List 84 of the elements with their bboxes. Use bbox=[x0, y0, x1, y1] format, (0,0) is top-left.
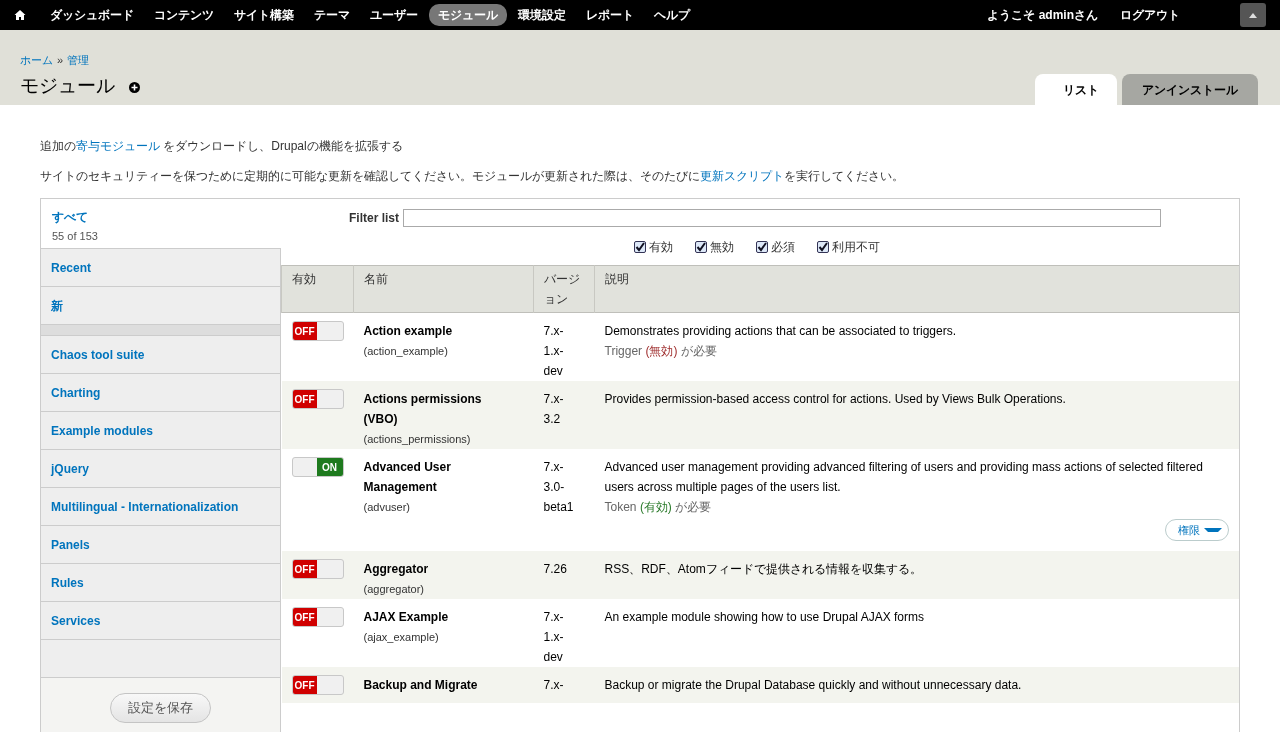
home-icon[interactable] bbox=[14, 9, 26, 21]
checkbox[interactable] bbox=[634, 241, 646, 253]
description-text: RSS、RDF、Atomフィードで提供される情報を収集する。 bbox=[604, 561, 923, 578]
toggle-switch[interactable]: OFF bbox=[291, 389, 344, 409]
description-text: Demonstrates providing actions that can be associated to triggers. bbox=[604, 323, 958, 340]
save-settings-button[interactable]: 設定を保存 bbox=[110, 692, 211, 723]
column-header: 名前 bbox=[353, 265, 534, 313]
machine-name: (aggregator) bbox=[363, 582, 426, 597]
machine-name: (actions_permissions) bbox=[363, 432, 472, 447]
checkbox-label: 無効 bbox=[710, 239, 734, 256]
category-item[interactable]: jQuery bbox=[41, 450, 280, 488]
toggle-switch[interactable]: OFF bbox=[291, 321, 344, 341]
version-text: 7.x-1.x-dev bbox=[543, 323, 565, 380]
page-title: モジュール bbox=[20, 73, 115, 98]
machine-name: (action_example) bbox=[363, 344, 449, 359]
plus-icon[interactable] bbox=[129, 82, 140, 94]
category-item[interactable]: Chaos tool suite bbox=[41, 336, 280, 374]
description-text: Advanced user management providing advanced filtering of users and providing mass actions of selected filtered users across multiple pages of the users list. bbox=[604, 459, 1204, 496]
tab[interactable]: アンインストール bbox=[1122, 74, 1258, 105]
toolbar-menu-item[interactable]: レポート bbox=[577, 4, 643, 26]
contributed-modules-link[interactable]: 寄与モジュール bbox=[76, 139, 160, 153]
category-item[interactable]: Charting bbox=[41, 374, 280, 412]
module-name: AJAX Example bbox=[363, 609, 450, 626]
checkbox[interactable] bbox=[817, 241, 829, 253]
column-header: 有効 bbox=[281, 265, 354, 313]
category-item[interactable]: Recent bbox=[41, 249, 280, 287]
version-text: 7.x- bbox=[543, 677, 565, 694]
toggle-switch[interactable]: OFF bbox=[291, 607, 344, 627]
toolbar-menu-item[interactable]: 環境設定 bbox=[509, 4, 575, 26]
toolbar-menu-item[interactable]: モジュール bbox=[429, 4, 507, 26]
toolbar-menu-item[interactable]: ヘルプ bbox=[645, 4, 699, 26]
module-name: Backup and Migrate bbox=[363, 677, 479, 694]
category-item[interactable]: Example modules bbox=[41, 412, 280, 450]
checkbox-label: 利用不可 bbox=[832, 239, 880, 256]
checkbox[interactable] bbox=[695, 241, 707, 253]
version-text: 7.x-1.x-dev bbox=[543, 609, 565, 666]
checkbox-label: 有効 bbox=[649, 239, 673, 256]
category-item[interactable]: Rules bbox=[41, 564, 280, 602]
toolbar-menu-item[interactable]: コンテンツ bbox=[145, 4, 223, 26]
description-text: Backup or migrate the Drupal Database quickly and without unnecessary data. bbox=[604, 677, 1023, 694]
description-text: Provides permission-based access control for actions. Used by Views Bulk Operations. bbox=[604, 391, 1067, 408]
tab[interactable]: リスト bbox=[1035, 74, 1117, 105]
description-text: An example module showing how to use Drupal AJAX forms bbox=[604, 609, 925, 626]
module-name: Advanced User Management bbox=[363, 459, 452, 496]
category-item[interactable]: Panels bbox=[41, 526, 280, 564]
toggle-switch[interactable]: OFF bbox=[291, 559, 344, 579]
module-name: Actions permissions (VBO) bbox=[363, 391, 483, 428]
version-text: 7.x-3.2 bbox=[543, 391, 565, 428]
version-text: 7.x-3.0-beta1 bbox=[543, 459, 572, 516]
category-item[interactable]: Multilingual - Internationalization bbox=[41, 488, 280, 526]
security-text: サイトのセキュリティーを保つために定期的に可能な更新を確認してください。モジュールが更新された際は、そのたびに更新スクリプト を実行してください。 bbox=[40, 168, 905, 184]
module-name: Aggregator bbox=[363, 561, 430, 578]
version-text: 7.26 bbox=[543, 561, 568, 578]
checkbox[interactable] bbox=[756, 241, 768, 253]
caret-icon bbox=[1204, 528, 1222, 532]
welcome-text: ようこそ adminさん bbox=[987, 7, 1098, 24]
machine-name: (ajax_example) bbox=[363, 630, 440, 645]
update-script-link[interactable]: 更新スクリプト bbox=[700, 169, 784, 183]
toolbar-menu-item[interactable]: サイト構築 bbox=[225, 4, 303, 26]
filter-field[interactable] bbox=[403, 209, 1161, 227]
breadcrumb-link[interactable]: ホーム bbox=[20, 52, 53, 69]
column-header: バージョン bbox=[533, 265, 595, 313]
logout-link[interactable]: ログアウト bbox=[1120, 6, 1180, 24]
toolbar-menu-item[interactable]: ダッシュボード bbox=[41, 4, 143, 26]
caret-icon bbox=[1249, 12, 1257, 18]
toolbar-toggle-button[interactable] bbox=[1240, 3, 1266, 27]
all-filter-link[interactable]: すべて bbox=[52, 208, 270, 226]
breadcrumb-link[interactable]: 管理 bbox=[67, 52, 90, 69]
intro-text: 追加の寄与モジュール をダウンロードし、Drupalの機能を拡張する bbox=[40, 138, 404, 154]
toolbar-menu-item[interactable]: ユーザー bbox=[361, 4, 427, 26]
module-count: 55 of 153 bbox=[52, 229, 99, 244]
toggle-switch[interactable]: OFF bbox=[291, 675, 344, 695]
permissions-button[interactable]: 権限 bbox=[1165, 519, 1229, 541]
category-item[interactable]: Services bbox=[41, 602, 280, 640]
filter-label: Filter list bbox=[349, 210, 399, 227]
toolbar-menu-item[interactable]: テーマ bbox=[305, 4, 359, 26]
machine-name: (advuser) bbox=[363, 500, 411, 515]
breadcrumb-separator: » bbox=[57, 53, 64, 68]
requirement-text: Trigger (無効) が必要 bbox=[604, 343, 718, 360]
module-name: Action example bbox=[363, 323, 454, 340]
checkbox-label: 必須 bbox=[771, 239, 795, 256]
toggle-switch[interactable]: ON bbox=[291, 457, 344, 477]
column-header: 説明 bbox=[594, 265, 1239, 313]
requirement-text: Token (有効) が必要 bbox=[604, 499, 713, 516]
